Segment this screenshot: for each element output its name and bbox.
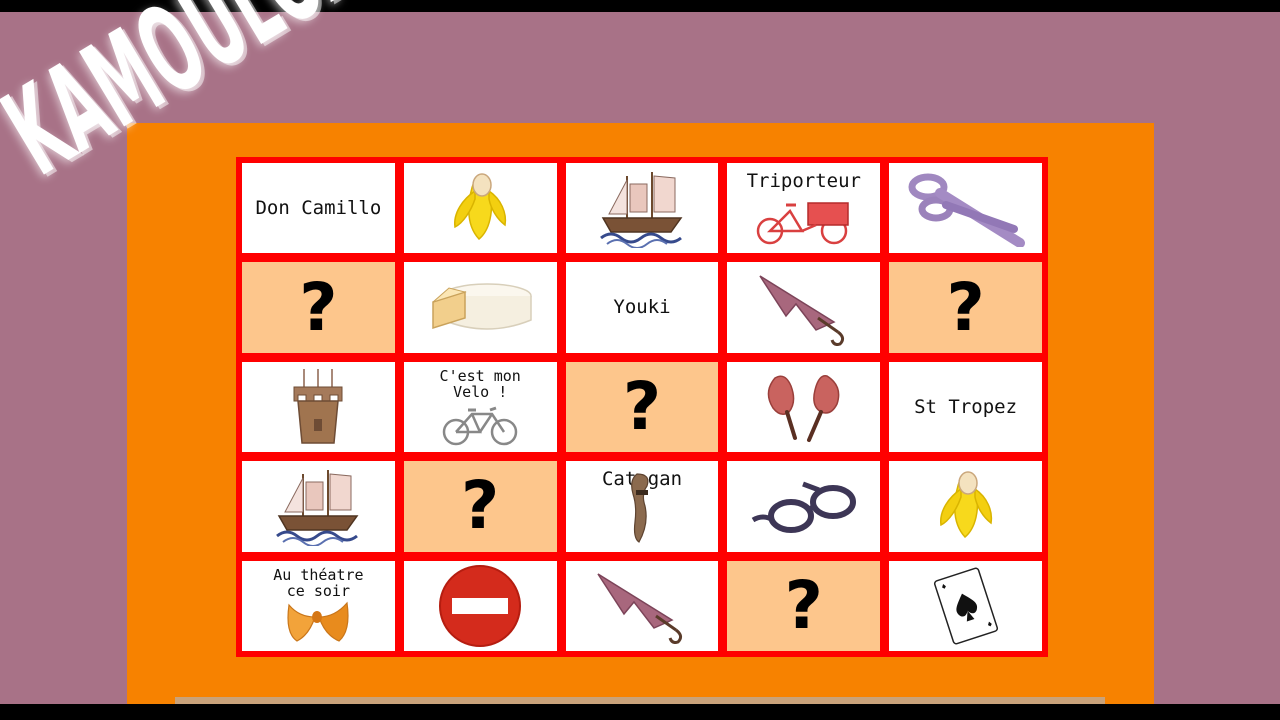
card[interactable]	[889, 560, 1042, 651]
hidden-card[interactable]: ?	[565, 361, 719, 453]
card[interactable]	[565, 560, 719, 651]
hidden-card[interactable]: ?	[403, 461, 557, 552]
card[interactable]	[403, 163, 557, 254]
card-label: Youki	[613, 296, 671, 319]
card[interactable]	[727, 361, 881, 453]
glasses-icon	[749, 476, 859, 536]
card[interactable]	[889, 163, 1042, 254]
question-mark: ?	[784, 566, 823, 644]
sailboat-icon	[273, 466, 363, 547]
card[interactable]	[242, 361, 395, 453]
card[interactable]	[242, 461, 395, 552]
drumsticks-icon	[761, 368, 847, 446]
hidden-card[interactable]: ?	[889, 262, 1042, 353]
card[interactable]	[727, 262, 881, 353]
card-label: St Tropez	[914, 395, 1018, 418]
no-entry-icon	[438, 564, 522, 648]
sailboat-icon	[597, 168, 687, 249]
card[interactable]	[565, 163, 719, 254]
banana-icon	[445, 169, 515, 247]
card[interactable]: Youki	[565, 262, 719, 353]
card[interactable]: Don Camillo	[242, 163, 395, 254]
ace-of-spades-icon	[931, 567, 1001, 645]
board-bottom-strip	[175, 697, 1105, 704]
question-mark: ?	[299, 268, 338, 346]
card[interactable]: Triporteur	[727, 163, 881, 254]
card[interactable]: C'est mon Velo !	[403, 361, 557, 453]
card[interactable]: Catogan	[565, 461, 719, 552]
banana-icon	[931, 467, 1001, 545]
card-grid: Don Camillo Triporteur ? Youki ? C'est m…	[236, 157, 1048, 657]
umbrella-icon	[756, 270, 852, 346]
card[interactable]	[403, 262, 557, 353]
card-label: C'est mon Velo !	[439, 366, 521, 402]
hidden-card[interactable]: ?	[242, 262, 395, 353]
ponytail-icon	[566, 472, 719, 546]
card-label: Don Camillo	[255, 196, 382, 219]
scissors-icon	[906, 169, 1026, 248]
tower-icon	[288, 367, 348, 447]
card[interactable]: Au théatre ce soir	[242, 560, 395, 651]
bicycle-icon	[404, 406, 557, 446]
hidden-card[interactable]: ?	[727, 560, 881, 651]
question-mark: ?	[461, 467, 500, 545]
question-mark: ?	[622, 367, 662, 445]
cargo-bike-icon	[727, 197, 880, 247]
question-mark: ?	[946, 268, 985, 346]
card[interactable]	[403, 560, 557, 651]
umbrella-icon	[594, 568, 690, 644]
card-label: Triporteur	[746, 170, 861, 192]
card[interactable]: St Tropez	[889, 361, 1042, 453]
bowtie-icon	[242, 595, 395, 645]
cheese-icon	[425, 278, 535, 338]
card[interactable]	[727, 461, 881, 552]
card[interactable]	[889, 461, 1042, 552]
